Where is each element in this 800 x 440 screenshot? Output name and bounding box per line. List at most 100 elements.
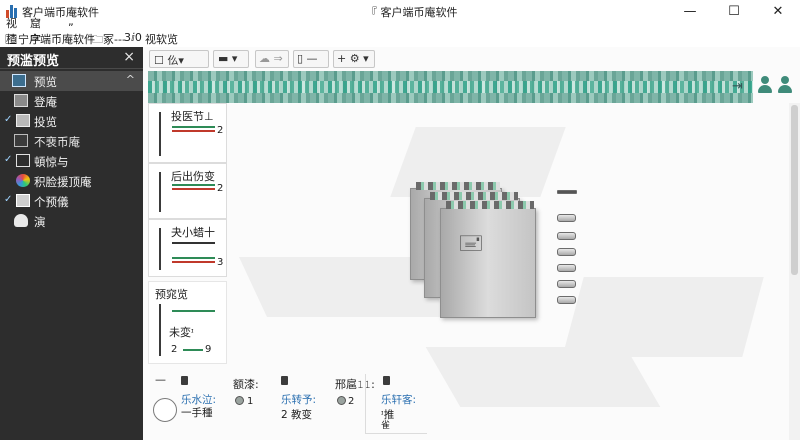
col3-head: 乐转予:: [281, 394, 317, 406]
col1-sub: 一手種: [181, 407, 213, 419]
cloud-transfer-label: ☁ ⇒: [259, 52, 283, 65]
document-icon: [281, 376, 288, 385]
divider: [365, 433, 427, 434]
home-item[interactable]: 冢---: [103, 31, 126, 47]
tab-icon[interactable]: [557, 248, 576, 256]
document-stack-front[interactable]: [440, 208, 536, 318]
sidebar-item-label: 不裵币庵: [34, 135, 80, 149]
card-value-right: 9: [205, 344, 212, 355]
storage-button[interactable]: ▯ —: [293, 50, 329, 68]
card-title: 投医节⊥: [171, 110, 214, 123]
status-banner: [148, 71, 753, 103]
vertical-scrollbar[interactable]: [789, 103, 800, 440]
sidebar-item-browse[interactable]: ✓ 投览: [0, 111, 143, 131]
chevron-up-icon[interactable]: ^: [126, 73, 135, 86]
tab-icon[interactable]: [557, 214, 576, 222]
minimize-button[interactable]: —: [668, 0, 712, 24]
sidebar-title: 预滥预览: [7, 54, 60, 69]
col5-head: 乐轩客:: [381, 394, 417, 406]
scrollbar-thumb[interactable]: [791, 105, 798, 275]
menu-item-more[interactable]: „: [68, 15, 74, 28]
tab-icon[interactable]: [557, 280, 576, 288]
tab-icon[interactable]: [557, 232, 576, 240]
sidebar-item-palette[interactable]: 积脸援顶庵: [0, 171, 143, 191]
card-line-red: [172, 130, 215, 132]
card-bracket: [159, 112, 161, 156]
expand-icon[interactable]: ✓: [4, 154, 12, 165]
card-title: 夬小蜡十: [171, 226, 215, 239]
sidebar-item-register[interactable]: 登庵: [0, 91, 143, 111]
user-icon[interactable]: [757, 76, 773, 94]
tab-icon[interactable]: [557, 296, 576, 304]
card-line-green: [172, 184, 215, 186]
card-line-red: [172, 261, 215, 263]
tab-icon[interactable]: [557, 264, 576, 272]
col4-head: 邢扈𝟷𝟷:: [335, 378, 375, 391]
title-bar: 客户端币庵软件 『 客户端币庵软件 — ☐ ✕: [0, 0, 800, 24]
app-item[interactable]: 宁户端币庵软件: [18, 31, 95, 47]
sidebar-item-label: 演: [34, 215, 46, 229]
sidebar-item-label: 登庵: [34, 95, 57, 109]
expand-icon[interactable]: ✓: [4, 194, 12, 205]
card-2[interactable]: 后出伤变 2: [148, 163, 227, 219]
sidebar-item-save[interactable]: ✓ 个预儀: [0, 191, 143, 211]
brush-icon[interactable]: [153, 398, 177, 422]
arrow-right-icon[interactable]: ⇥: [732, 79, 743, 94]
background-shape: [562, 277, 764, 357]
document-icon: [181, 376, 188, 385]
preview-item[interactable]: 视软览: [145, 31, 178, 47]
card-value: 2: [217, 125, 224, 136]
cloud-transfer-button[interactable]: ☁ ⇒: [255, 50, 289, 68]
tab-header-icon: [557, 190, 577, 194]
home-item-suffix: 3ⅈ0: [124, 31, 142, 44]
card-4[interactable]: 预窕览 未変ᶦ 2 9: [148, 281, 227, 364]
card-line-green: [172, 126, 215, 128]
view-mode-label: ☐ 仫▾: [154, 54, 184, 67]
sidebar-item-display[interactable]: ✓ 頓惊与: [0, 151, 143, 171]
card-line-dark: [172, 242, 215, 244]
document-icon: [383, 376, 390, 385]
col5-sub2: 雀: [381, 421, 391, 431]
sidebar-item-label: 积脸援顶庵: [34, 175, 92, 189]
sidebar: 预滥预览 × 预览 ^ 登庵 ✓ 投览 不裵币庵 ✓ 頓惊与 积脸援顶庵 ✓ 个…: [0, 47, 143, 440]
display-icon: [16, 154, 30, 167]
card-1[interactable]: 投医节⊥ 2: [148, 103, 227, 163]
banner-stripe: [148, 81, 753, 93]
settings-button[interactable]: + ⚙ ▾: [333, 50, 375, 68]
document-stack-top: [430, 192, 518, 200]
sidebar-header: 预滥预览 ×: [0, 47, 143, 69]
card-bracket: [159, 304, 161, 356]
palette-icon: [16, 174, 30, 187]
card-sub-label: 未変ᶦ: [169, 326, 194, 339]
card-value-left: 2: [171, 344, 178, 355]
col3-sub: 2 教变: [281, 409, 313, 421]
sidebar-item-rack[interactable]: 不裵币庵: [0, 131, 143, 151]
card-line-green: [183, 349, 203, 351]
close-button[interactable]: ✕: [756, 0, 800, 24]
details-panel: — 乐水泣: 一手種 额漆: 1 乐转予: 2 教变 邢扈𝟷𝟷: 2 乐轩客: …: [143, 370, 523, 440]
display-label: ▬ ▾: [218, 52, 238, 65]
card-title: 后出伤变: [171, 170, 215, 183]
card-title: 预窕览: [155, 288, 188, 301]
card-3[interactable]: 夬小蜡十 3: [148, 219, 227, 277]
display-button[interactable]: ▬ ▾: [213, 50, 249, 68]
card-value: 2: [217, 183, 224, 194]
settings-label: + ⚙ ▾: [337, 52, 369, 65]
cloud-icon: [14, 214, 28, 227]
sidebar-item-preview[interactable]: 预览 ^: [0, 71, 143, 91]
save-icon: [16, 194, 30, 207]
sidebar-item-label: 预览: [34, 75, 57, 89]
divider: [365, 374, 366, 434]
sidebar-item-cloud[interactable]: 演: [0, 211, 143, 231]
user-icon[interactable]: [777, 76, 793, 94]
maximize-button[interactable]: ☐: [712, 0, 756, 24]
view-mode-button[interactable]: ☐ 仫▾: [149, 50, 209, 68]
sidebar-item-label: 个预儀: [34, 195, 69, 209]
card-bracket: [159, 172, 161, 212]
library-icon: [14, 94, 28, 107]
rack-icon: [14, 134, 28, 147]
sidebar-item-label: 頓惊与: [34, 155, 69, 169]
expand-icon[interactable]: ✓: [4, 114, 12, 125]
sidebar-close-button[interactable]: ×: [123, 49, 135, 65]
col4-value: 2: [348, 396, 355, 407]
